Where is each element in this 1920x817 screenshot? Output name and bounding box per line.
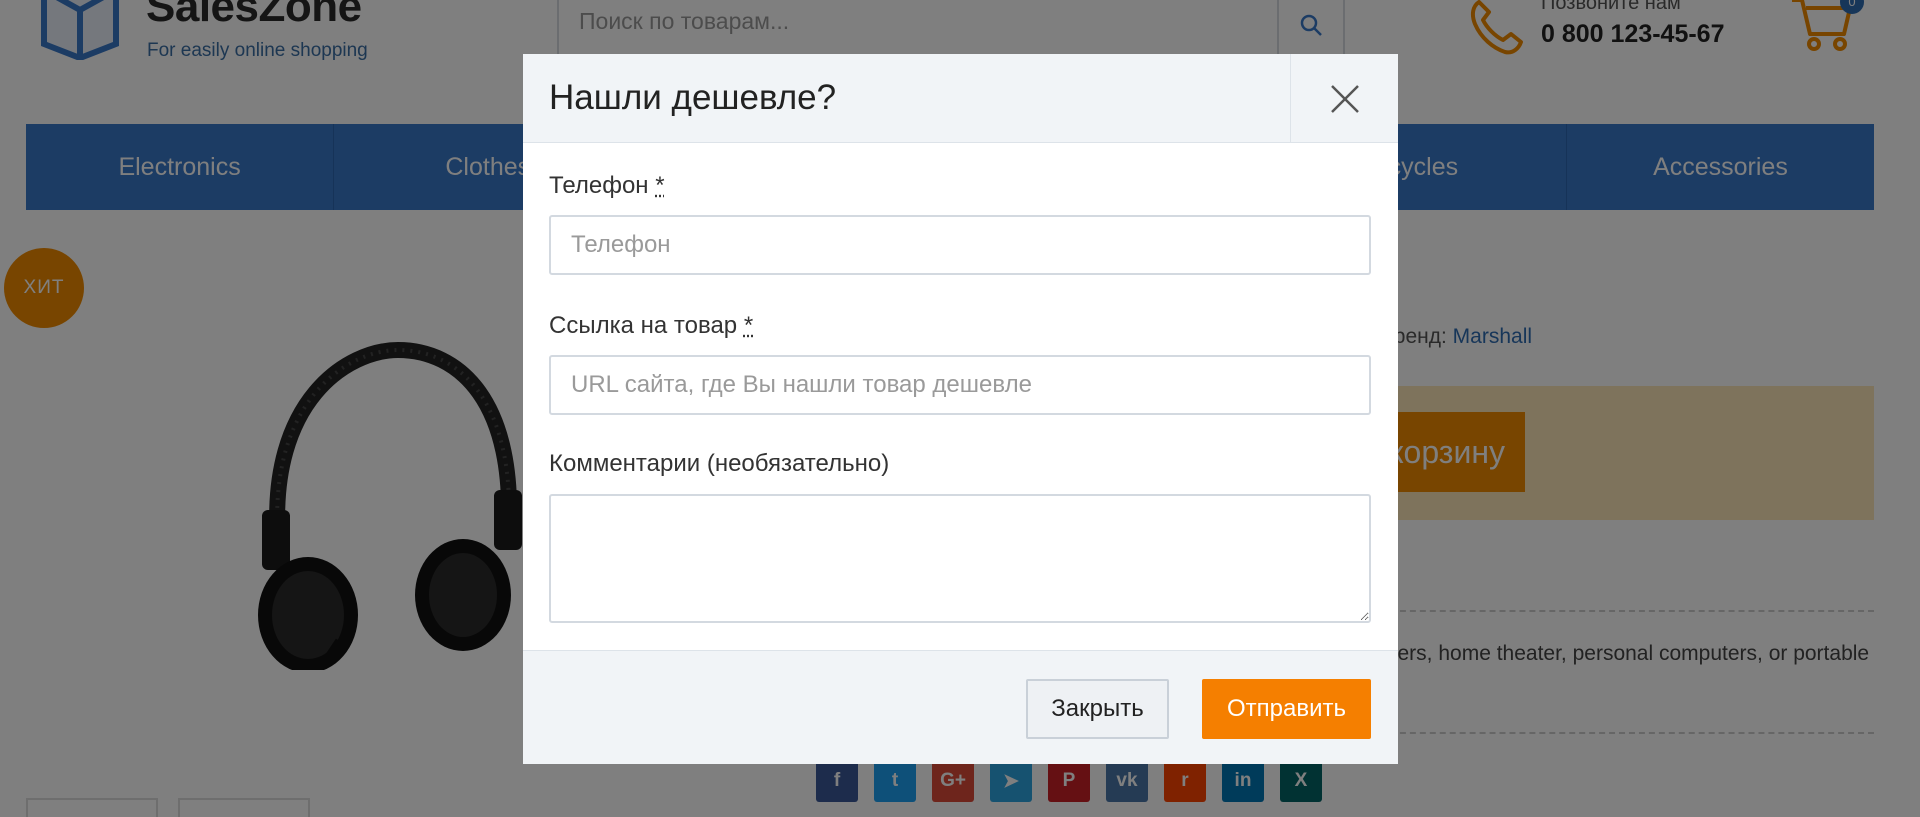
modal-header: Нашли дешевле? — [523, 54, 1398, 143]
close-button[interactable]: Закрыть — [1026, 679, 1169, 739]
close-icon — [1329, 83, 1361, 115]
required-mark: * — [744, 312, 753, 339]
link-field-label: Ссылка на товар * — [549, 312, 753, 340]
phone-field[interactable] — [549, 215, 1371, 275]
modal-footer: Закрыть Отправить — [523, 650, 1398, 764]
submit-button[interactable]: Отправить — [1202, 679, 1371, 739]
comment-field-label: Комментарии (необязательно) — [549, 450, 889, 478]
required-mark: * — [655, 172, 664, 199]
comment-field[interactable] — [549, 494, 1371, 623]
found-cheaper-modal: Нашли дешевле? Телефон * Ссылка на товар… — [523, 54, 1398, 764]
product-url-field[interactable] — [549, 355, 1371, 415]
modal-close-button[interactable] — [1290, 54, 1398, 143]
modal-title: Нашли дешевле? — [549, 78, 836, 118]
phone-field-label: Телефон * — [549, 172, 665, 200]
